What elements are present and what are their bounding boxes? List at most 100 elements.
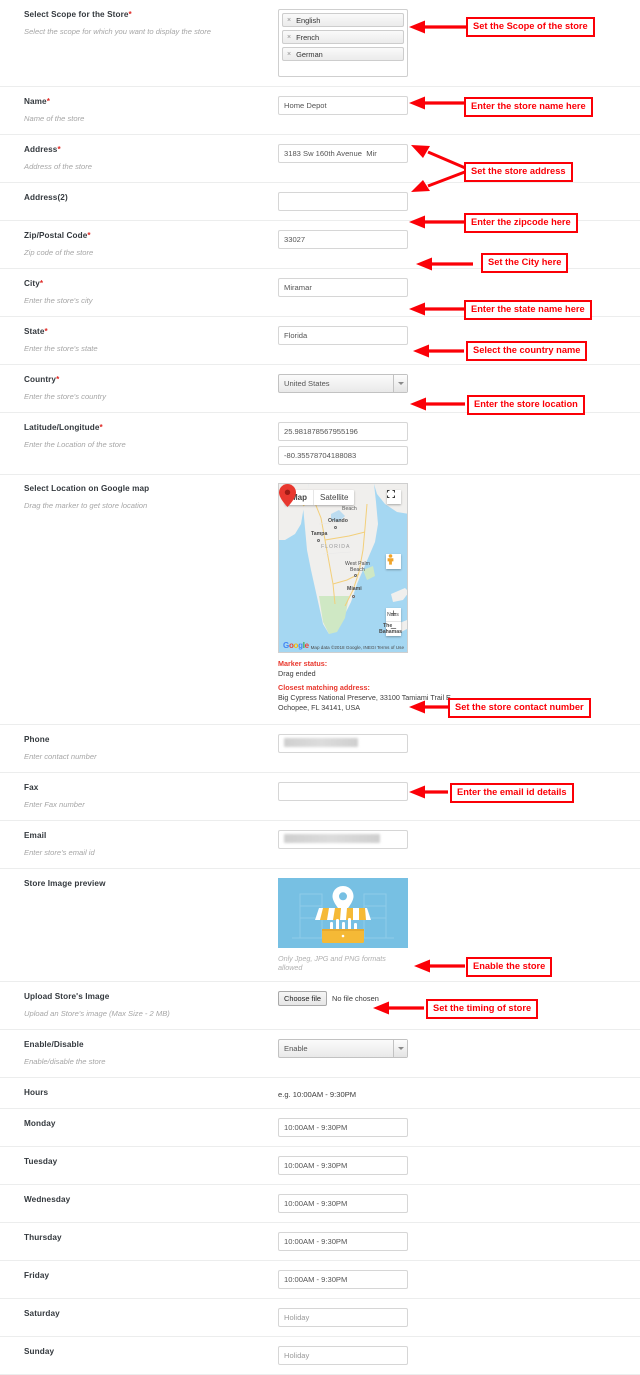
scope-chip-french[interactable]: × French [282,30,404,44]
map-place-dot [317,539,320,542]
city-input[interactable] [278,278,408,297]
hours-input-wednesday[interactable] [278,1194,408,1213]
map-label: Select Location on Google map [24,484,150,493]
email-hint: Enter store's email id [24,848,95,857]
monday-label-col: Monday [0,1118,278,1130]
required-marker: * [39,279,44,288]
zip-hint: Zip code of the store [24,248,94,257]
form-row-saturday: Saturday [0,1299,640,1337]
tuesday-label-col: Tuesday [0,1156,278,1168]
scope-multiselect[interactable]: × English × French × German [278,9,408,77]
annotation-name: Enter the store name here [464,97,593,117]
hours-input-tuesday[interactable] [278,1156,408,1175]
map-place-label: Tampa [311,531,328,537]
scope-chip-label: German [296,49,323,59]
email-label-col: Email Enter store's email id [0,830,278,859]
map-place-dot [352,595,355,598]
image-preview-field-col: Only Jpeg, JPG and PNG formats allowed [278,878,640,972]
sunday-label-col: Sunday [0,1346,278,1358]
file-status-text: No file chosen [331,994,379,1003]
pegman-glyph [387,554,394,565]
hours-input-saturday[interactable] [278,1308,408,1327]
map-type-satellite[interactable]: Satellite [314,490,354,505]
wednesday-field-col [278,1194,640,1213]
phone-field-col [278,734,640,753]
latitude-input[interactable] [278,422,408,441]
google-map[interactable]: Map Satellite + − Beach Orlando Tampa FL… [278,483,408,653]
fullscreen-icon[interactable] [387,490,401,504]
wednesday-label-col: Wednesday [0,1194,278,1206]
remove-icon[interactable]: × [287,48,291,61]
form-row-latlng: Latitude/Longitude* Enter the Location o… [0,413,640,475]
zip-input[interactable] [278,230,408,249]
form-row-monday: Monday [0,1109,640,1147]
enable-label: Enable/Disable [24,1040,84,1049]
map-place-label: Bahamas [379,629,403,635]
street-view-pegman-icon[interactable] [386,554,401,569]
map-marker-icon[interactable] [279,484,296,507]
address2-input[interactable] [278,192,408,211]
phone-label-col: Phone Enter contact number [0,734,278,763]
form-row-map: Select Location on Google map Drag the m… [0,475,640,725]
hours-input-thursday[interactable] [278,1232,408,1251]
fullscreen-glyph [387,490,395,498]
latlng-label: Latitude/Longitude* [24,423,103,432]
enable-label-col: Enable/Disable Enable/disable the store [0,1039,278,1068]
enable-select[interactable]: Enable [278,1039,408,1058]
longitude-input[interactable] [278,446,408,465]
image-preview-wrapper: Only Jpeg, JPG and PNG formats allowed [278,878,408,972]
country-selected-value: United States [284,379,330,388]
day-label-wednesday: Wednesday [24,1195,71,1204]
country-field-col: United States [278,374,640,393]
store-image-preview [278,878,408,948]
name-label-col: Name* Name of the store [0,96,278,125]
city-label-col: City* Enter the store's city [0,278,278,307]
hours-input-friday[interactable] [278,1270,408,1289]
enable-selected-value: Enable [284,1044,308,1053]
address2-label: Address(2) [24,193,68,202]
country-label: Country* [24,375,60,384]
address-input[interactable] [278,144,408,163]
choose-file-button[interactable]: Choose file [278,991,327,1006]
map-place-label: Miami [347,586,362,592]
store-illustration-icon [278,878,408,948]
required-marker: * [46,97,50,106]
scope-chip-label: French [296,32,320,42]
scope-chip-english[interactable]: × English [282,13,404,27]
chevron-down-icon[interactable] [393,1040,407,1057]
annotation-zip: Enter the zipcode here [464,213,578,233]
map-place-dot [354,574,357,577]
state-input[interactable] [278,326,408,345]
zip-label: Zip/Postal Code* [24,231,91,240]
scope-chip-german[interactable]: × German [282,47,404,61]
day-label-saturday: Saturday [24,1309,60,1318]
day-label-sunday: Sunday [24,1347,55,1356]
remove-icon[interactable]: × [287,31,291,44]
latlng-label-col: Latitude/Longitude* Enter the Location o… [0,422,278,451]
hours-input-sunday[interactable] [278,1346,408,1365]
upload-label-col: Upload Store's Image Upload an Store's i… [0,991,278,1020]
form-row-thursday: Thursday [0,1223,640,1261]
remove-icon[interactable]: × [287,14,291,27]
address-label-col: Address* Address of the store [0,144,278,173]
fax-input[interactable] [278,782,408,801]
phone-hint: Enter contact number [24,752,97,761]
sunday-field-col [278,1346,640,1365]
map-label-col: Select Location on Google map Drag the m… [0,483,278,512]
tuesday-field-col [278,1156,640,1175]
annotation-enable: Enable the store [466,957,553,977]
chevron-down-icon[interactable] [393,375,407,392]
city-hint: Enter the store's city [24,296,93,305]
closest-address-line1: Big Cypress National Preserve, 33100 Tam… [278,693,453,702]
annotation-scope: Set the Scope of the store [466,17,595,37]
form-row-upload: Upload Store's Image Upload an Store's i… [0,982,640,1030]
google-logo: Google [283,641,309,650]
enable-hint: Enable/disable the store [24,1057,106,1066]
name-label: Name* [24,97,50,106]
name-input[interactable] [278,96,408,115]
hours-input-monday[interactable] [278,1118,408,1137]
phone-label: Phone [24,735,50,744]
country-select[interactable]: United States [278,374,408,393]
marker-status-block: Marker status: Drag ended Closest matchi… [278,659,468,713]
state-label-col: State* Enter the store's state [0,326,278,355]
